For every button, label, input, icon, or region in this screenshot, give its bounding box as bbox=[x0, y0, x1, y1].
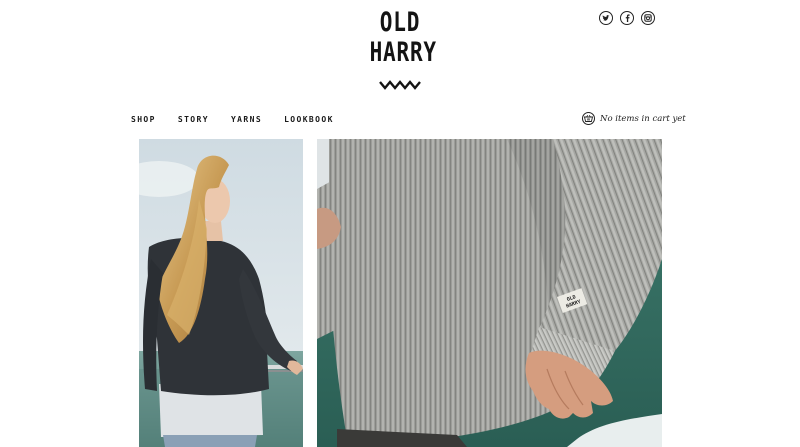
woman-in-sweater-photo bbox=[139, 139, 303, 447]
instagram-icon[interactable] bbox=[641, 11, 655, 25]
main-nav: SHOP STORY YARNS LOOKBOOK bbox=[131, 115, 356, 124]
twitter-icon[interactable] bbox=[599, 11, 613, 25]
lookbook-photo-knit[interactable]: OLD HARRY bbox=[317, 139, 662, 447]
lookbook-photo-woman[interactable] bbox=[139, 139, 303, 447]
nav-item-yarns[interactable]: YARNS bbox=[231, 115, 262, 124]
grey-knit-sweater-closeup-photo: OLD HARRY bbox=[317, 139, 662, 447]
basket-icon bbox=[582, 112, 595, 125]
logo-text-line-1: OLD bbox=[379, 7, 421, 38]
logo-text-line-2: HARRY bbox=[369, 37, 437, 68]
zigzag-icon bbox=[379, 80, 421, 90]
nav-item-shop[interactable]: SHOP bbox=[131, 115, 156, 124]
cart-link[interactable]: No items in cart yet bbox=[582, 112, 686, 125]
nav-item-story[interactable]: STORY bbox=[178, 115, 209, 124]
brand-logo[interactable]: OLD HARRY bbox=[361, 7, 439, 90]
social-links bbox=[599, 11, 655, 25]
cart-status-text: No items in cart yet bbox=[600, 113, 686, 124]
nav-item-lookbook[interactable]: LOOKBOOK bbox=[284, 115, 334, 124]
facebook-icon[interactable] bbox=[620, 11, 634, 25]
